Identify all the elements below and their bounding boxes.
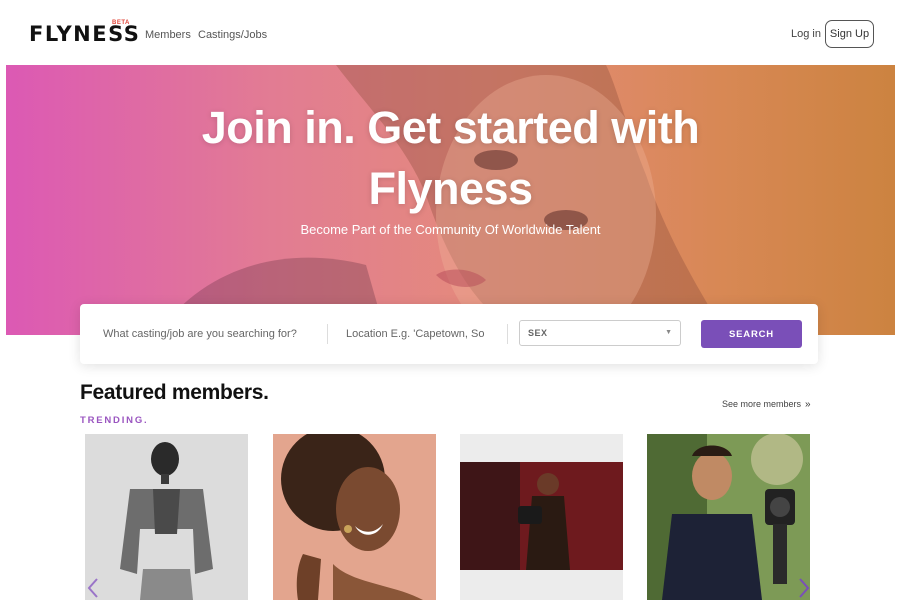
carousel-next-icon[interactable]: [797, 577, 811, 599]
search-divider: [327, 324, 328, 344]
member-photo-woman-red-backdrop: [460, 434, 623, 600]
member-card[interactable]: [647, 434, 810, 600]
hero-title: Join in. Get started with Flyness: [6, 97, 895, 219]
search-panel: What casting/job are you searching for? …: [80, 304, 818, 364]
login-link[interactable]: Log in: [791, 28, 821, 40]
hero-title-line1: Join in. Get started with: [201, 102, 700, 153]
member-card[interactable]: [273, 434, 436, 600]
see-more-members-link[interactable]: See more members»: [722, 399, 811, 410]
double-chevron-right-icon: »: [805, 399, 811, 410]
member-photo-woman-smiling: [273, 434, 436, 600]
hero-title-line2: Flyness: [368, 163, 533, 214]
member-card[interactable]: [460, 434, 623, 600]
hero-banner: Join in. Get started with Flyness Become…: [6, 65, 895, 335]
featured-members-title: Featured members.: [80, 381, 269, 404]
member-card[interactable]: [85, 434, 248, 600]
nav-castings-jobs-link[interactable]: Castings/Jobs: [198, 29, 267, 41]
casting-search-input[interactable]: What casting/job are you searching for?: [103, 328, 297, 340]
signup-button[interactable]: Sign Up: [825, 20, 874, 48]
search-divider: [507, 324, 508, 344]
search-button[interactable]: SEARCH: [701, 320, 802, 348]
location-input[interactable]: Location E.g. 'Capetown, So: [346, 328, 486, 340]
member-photo-man-camera: [647, 434, 810, 600]
sex-select[interactable]: SEX ▼: [519, 320, 681, 346]
beta-badge: BETA: [112, 20, 130, 26]
site-header: FLYNESS BETA Members Castings/Jobs Log i…: [0, 0, 900, 66]
nav-members-link[interactable]: Members: [145, 29, 191, 41]
chevron-down-icon: ▼: [665, 329, 672, 336]
see-more-label: See more members: [722, 399, 802, 409]
carousel-prev-icon[interactable]: [86, 577, 100, 599]
sex-select-label: SEX: [528, 328, 548, 338]
hero-subtitle: Become Part of the Community Of Worldwid…: [300, 222, 601, 237]
member-photo-man-denim-jacket: [85, 434, 248, 600]
trending-label: TRENDING.: [80, 415, 149, 426]
